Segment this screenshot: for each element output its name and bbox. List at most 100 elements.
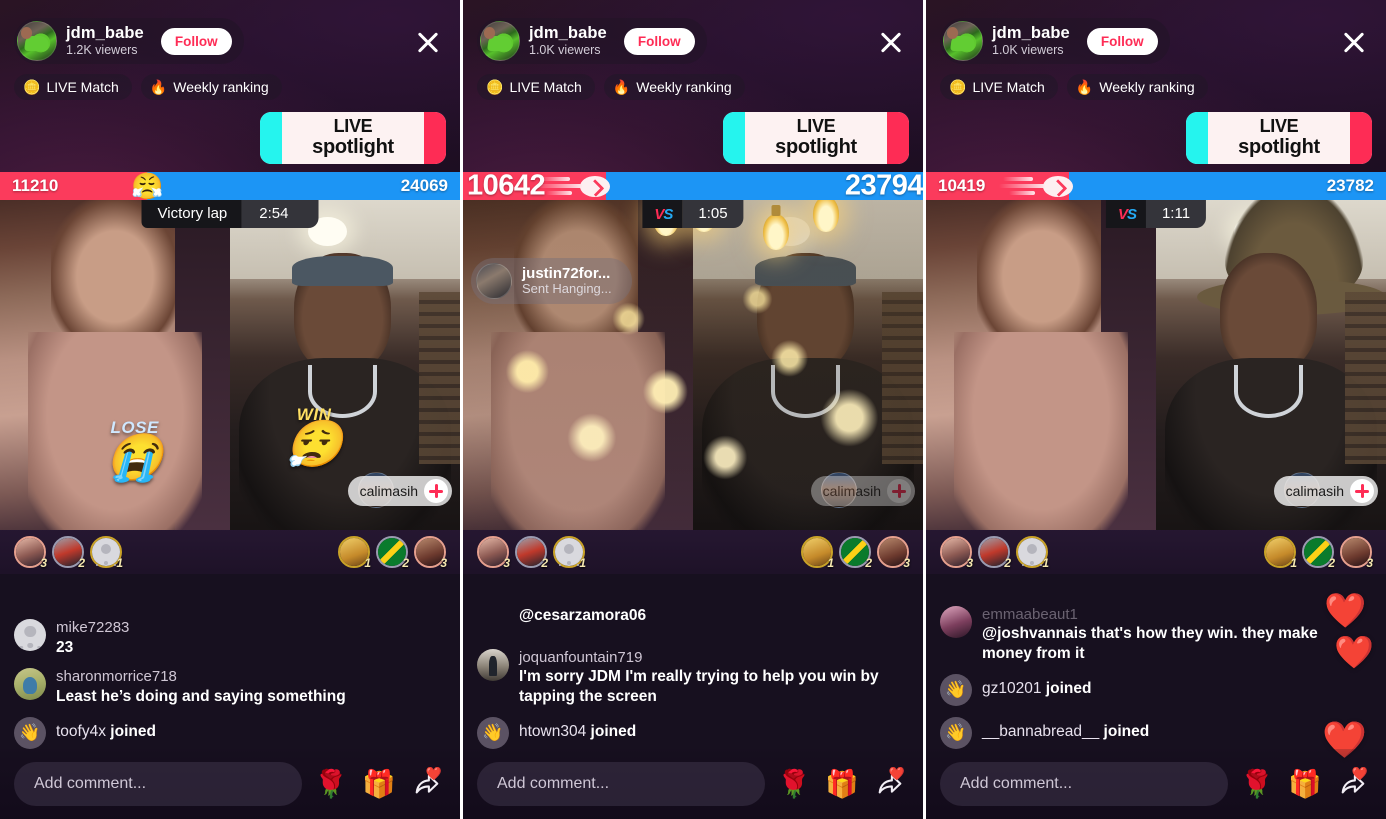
join-text: toofy4x joined [56, 717, 156, 741]
gift-icon[interactable]: 🎁 [1286, 765, 1324, 803]
comment-feed[interactable]: @cesarzamora06 joquanfountain719 I'm sorry… [463, 574, 923, 749]
chip-weekly-ranking[interactable]: 🔥 Weekly ranking [603, 74, 745, 100]
host-pill[interactable]: jdm_babe 1.0K viewers Follow [477, 18, 707, 64]
win-badge: WIN 😮‍💨 [285, 405, 343, 467]
close-icon[interactable] [877, 28, 905, 56]
host-video-left[interactable] [463, 200, 693, 530]
share-icon[interactable]: ❤️ [871, 765, 909, 803]
comment-item: emmaabeaut1 @joshvannais that's how they … [940, 605, 1372, 664]
rank-number: 1 [1042, 556, 1049, 570]
host-pill[interactable]: jdm_babe 1.2K viewers Follow [14, 18, 244, 64]
top-viewer-avatar[interactable]: 2 [376, 536, 409, 570]
top-viewer-avatar[interactable]: 1 [338, 536, 371, 570]
host-avatar [943, 21, 983, 61]
comment-body: toofy4x joined [56, 716, 156, 741]
comment-body: sharonmorrice718 Least he’s doing and say… [56, 667, 346, 706]
chip-live-match[interactable]: 🪙 LIVE Match [940, 74, 1058, 100]
chip-weekly-ranking[interactable]: 🔥 Weekly ranking [140, 74, 282, 100]
background-shelf [881, 292, 923, 464]
battle-bar-left: 10642 [463, 170, 606, 202]
comment-feed[interactable]: emmaabeaut1 @joshvannais that's how they … [926, 574, 1386, 749]
top-viewer-avatar[interactable]: 2 [52, 536, 85, 570]
host-name: jdm_babe [992, 24, 1070, 43]
rose-icon[interactable]: 🌹 [312, 765, 350, 803]
comment-body: gz10201 joined [982, 673, 1091, 698]
comment-feed[interactable]: mike72283 23 sharonmorrice718 Least he’s do… [0, 574, 460, 749]
rank-number: 2 [1328, 556, 1335, 570]
host-video-left[interactable] [926, 200, 1156, 530]
chip-weekly-ranking[interactable]: 🔥 Weekly ranking [1066, 74, 1208, 100]
fire-icon: 🔥 [1075, 79, 1094, 95]
rose-icon[interactable]: 🌹 [1238, 765, 1276, 803]
left-bg [1100, 200, 1156, 530]
top-viewer-avatar[interactable]: 1 [1016, 536, 1049, 570]
live-spotlight-badge[interactable]: LIVE spotlight [1186, 112, 1372, 164]
follow-button[interactable]: Follow [160, 27, 232, 55]
top-viewer-avatar[interactable]: 2 [978, 536, 1011, 570]
close-icon[interactable] [414, 28, 442, 56]
left-bg [637, 200, 693, 530]
comment-input[interactable]: Add comment... [477, 762, 765, 806]
spotlight-text: LIVE spotlight [775, 117, 857, 158]
joined-suffix: joined [1103, 723, 1150, 740]
share-icon[interactable]: ❤️ [1334, 765, 1372, 803]
plus-icon[interactable] [1350, 479, 1374, 503]
rose-icon[interactable]: 🌹 [775, 765, 813, 803]
plus-icon[interactable] [424, 479, 448, 503]
top-viewer-avatar[interactable]: 2 [1302, 536, 1335, 570]
header-chips: 🪙 LIVE Match 🔥 Weekly ranking [477, 74, 745, 100]
follow-button[interactable]: Follow [1086, 27, 1158, 55]
top-viewer-avatar[interactable]: 1 [801, 536, 834, 570]
share-icon[interactable]: ❤️ [408, 765, 446, 803]
rank-number: 1 [116, 556, 123, 570]
chip-live-match[interactable]: 🪙 LIVE Match [14, 74, 132, 100]
coin-icon: 🪙 [949, 79, 967, 95]
battle-score-bar: 10419 23782 [926, 172, 1386, 200]
live-spotlight-badge[interactable]: LIVE spotlight [723, 112, 909, 164]
header-chips: 🪙 LIVE Match 🔥 Weekly ranking [14, 74, 282, 100]
comment-input[interactable]: Add comment... [14, 762, 302, 806]
top-viewer-avatar[interactable]: 3 [1340, 536, 1373, 570]
face-exhaling-icon: 😮‍💨 [285, 417, 343, 470]
top-viewer-avatar[interactable]: 2 [515, 536, 548, 570]
chip-live-match[interactable]: 🪙 LIVE Match [477, 74, 595, 100]
close-icon[interactable] [1340, 28, 1368, 56]
spotlight-text: LIVE spotlight [312, 117, 394, 158]
vs-icon: VS [1105, 200, 1146, 228]
top-viewer-avatar[interactable]: 3 [414, 536, 447, 570]
floating-heart-icon: ❤️ [1324, 592, 1367, 630]
rank-number: 1 [827, 556, 834, 570]
top-viewer-avatar[interactable]: 3 [14, 536, 47, 570]
commenter-avatar [477, 648, 509, 681]
right-score: 23794 [844, 169, 923, 202]
guest-name: calimasih [359, 483, 418, 499]
top-viewer-avatar[interactable]: 1 [1264, 536, 1297, 570]
gift-icon[interactable]: 🎁 [823, 765, 861, 803]
light-bulb [763, 214, 789, 250]
guest-follow-pill[interactable]: calimasih [810, 476, 915, 506]
live-spotlight-badge[interactable]: LIVE spotlight [260, 112, 446, 164]
join-notice: 👋 gz10201 joined [940, 673, 1372, 706]
top-viewers-row: 3 2 1 1 2 3 [463, 530, 923, 574]
comment-input[interactable]: Add comment... [940, 762, 1228, 806]
top-viewer-avatar[interactable]: 3 [877, 536, 910, 570]
guest-follow-pill[interactable]: calimasih [1273, 476, 1378, 506]
chip-label: Weekly ranking [636, 79, 732, 95]
joined-suffix: joined [590, 723, 637, 740]
guest-follow-pill[interactable]: calimasih [347, 476, 452, 506]
plus-icon[interactable] [887, 479, 911, 503]
gift-icon[interactable]: 🎁 [360, 765, 398, 803]
top-viewer-avatar[interactable]: 2 [839, 536, 872, 570]
top-viewer-avatar[interactable]: 3 [477, 536, 510, 570]
rank-number: 2 [865, 556, 872, 570]
top-viewer-avatar[interactable]: 1 [553, 536, 586, 570]
rank-number: 3 [40, 556, 47, 570]
gift-description: Sent Hanging... [522, 281, 612, 297]
follow-button[interactable]: Follow [623, 27, 695, 55]
host-pill[interactable]: jdm_babe 1.0K viewers Follow [940, 18, 1170, 64]
top-viewer-avatar[interactable]: 1 [90, 536, 123, 570]
chip-label: Weekly ranking [1099, 79, 1195, 95]
background-shelf [1344, 292, 1386, 464]
top-viewer-avatar[interactable]: 3 [940, 536, 973, 570]
match-status-label: Victory lap [141, 200, 242, 228]
